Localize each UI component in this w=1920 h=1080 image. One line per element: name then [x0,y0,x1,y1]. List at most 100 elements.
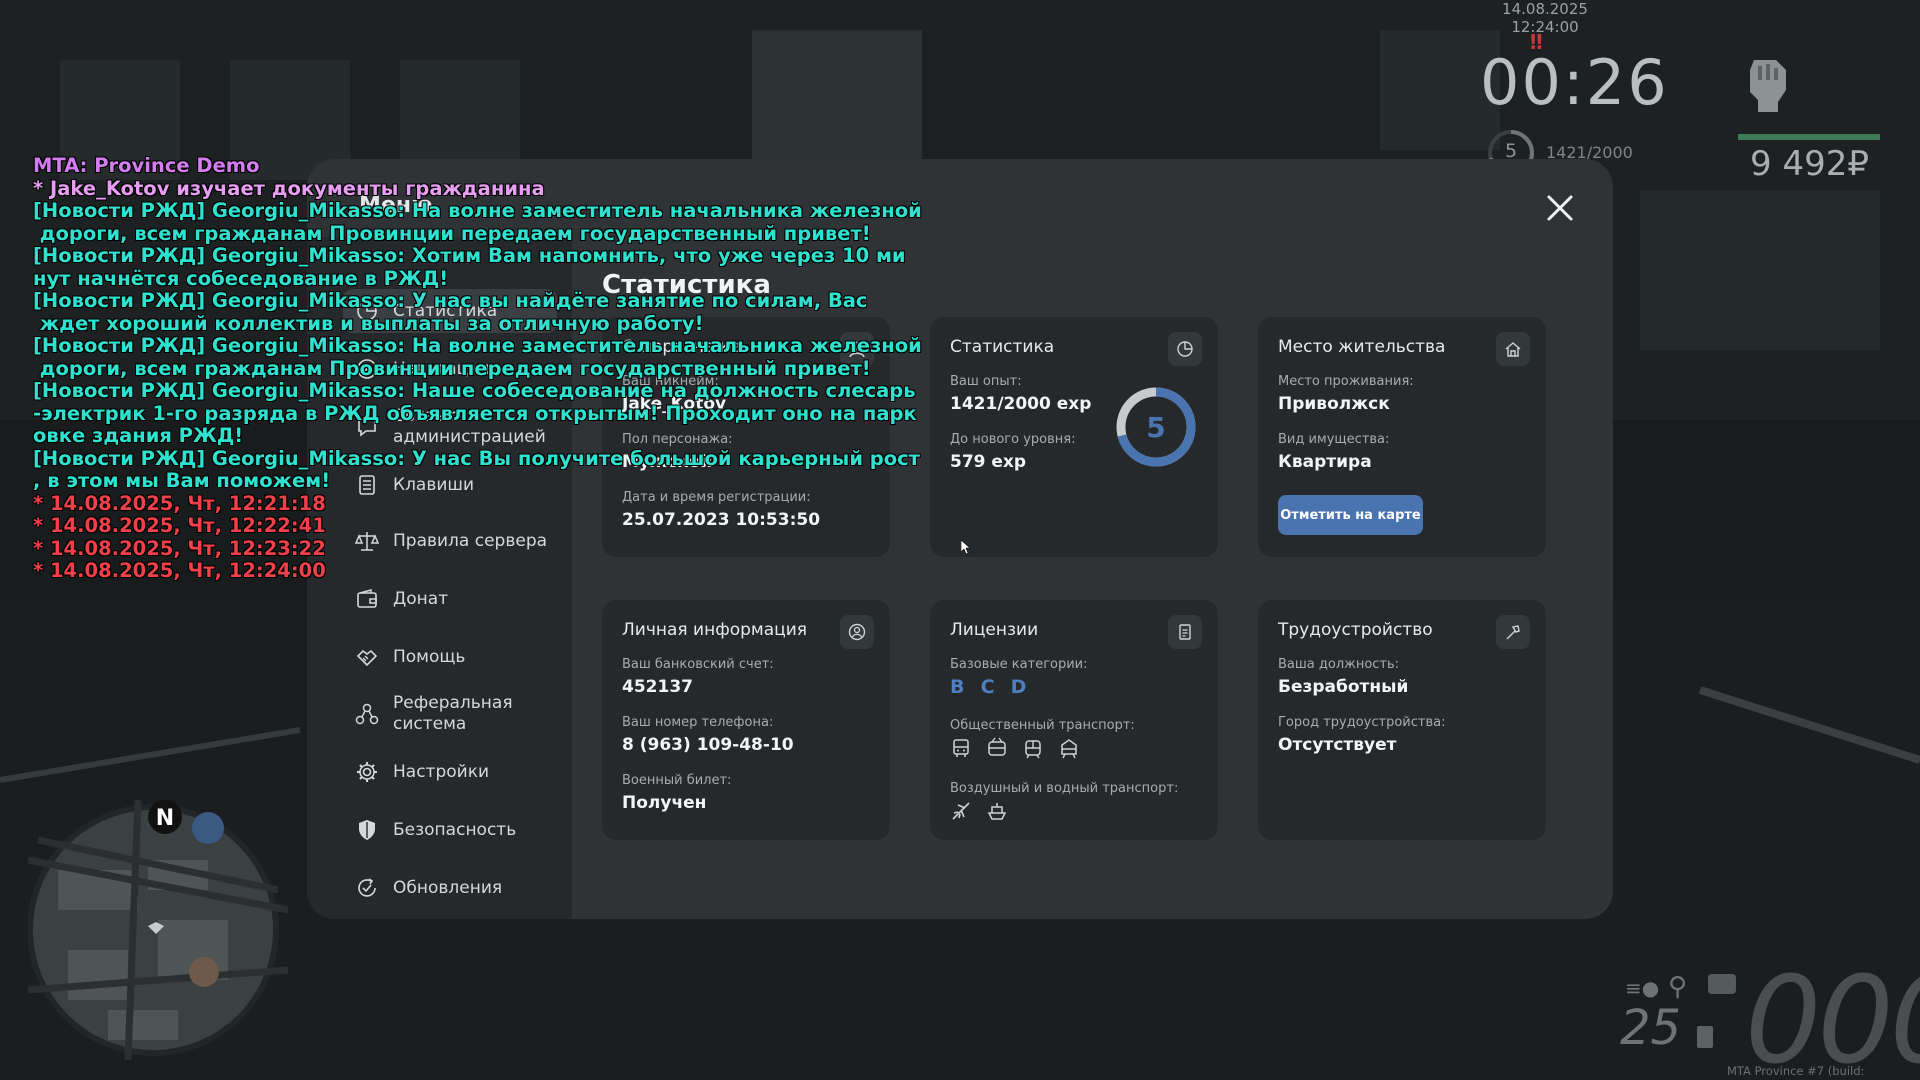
public-transport-icons [950,737,1080,759]
mouse-cursor-icon [961,540,971,554]
military-id-label: Военный билет: [622,773,732,788]
bus-icon [953,739,969,757]
chat-line: дороги, всем гражданам Провинции передае… [33,221,871,245]
nav-label: Реферальная система [393,693,513,734]
nav-label: Безопасность [393,819,517,840]
chat-line: MTA: Province Demo [33,154,260,177]
nav-item-help[interactable]: Помощь [355,635,565,679]
update-icon [358,878,376,897]
nav-item-security[interactable]: Безопасность [355,808,565,852]
phone-value: 8 (963) 109-48-10 [622,735,794,755]
nav-label: Обновления [393,877,503,898]
base-categories-label: Базовые категории: [950,657,1088,672]
nav-label: Настройки [393,761,490,782]
chat-line: , в этом мы Вам поможем! [33,469,331,492]
chat-line: [Новости РЖД] Georgiu_Mikasso: У нас вы … [33,289,868,312]
level-progress-ring: 5 [1116,387,1196,467]
chat-line: * 14.08.2025, Чт, 12:23:22 [33,536,326,560]
user-circle-icon [840,615,874,649]
airplane-icon [952,802,970,820]
residence-place-label: Место проживания: [1278,374,1414,389]
next-level-label: До нового уровня: [950,432,1076,447]
position-value: Безработный [1278,677,1409,697]
nav-label: Помощь [393,646,466,667]
wallet-icon [357,589,377,608]
gear-icon [357,762,377,782]
card-title: Статистика [950,337,1055,357]
level-number: 5 [1146,411,1165,444]
chat-line: * Jake_Kotov изучает документы гражданин… [33,176,545,200]
fist-weapon-icon [1750,60,1786,112]
nav-item-settings[interactable]: Настройки [355,750,565,794]
nav-item-referral[interactable]: Реферальная система [355,692,565,736]
nav-item-donate[interactable]: Донат [355,577,565,621]
vehicle-marker-icon [192,812,224,844]
tram-icon [1025,740,1041,759]
card-title: Личная информация [622,620,808,640]
position-label: Ваша должность: [1278,657,1400,672]
seatbelt-icon: ⚲ [1668,972,1688,1002]
chat-line: * 14.08.2025, Чт, 12:21:18 [33,491,326,515]
health-bar [1738,134,1880,140]
exp-label: Ваш опыт: [950,374,1022,389]
headlights-icon: ≡● [1625,976,1660,1000]
base-categories: B C D [950,676,1037,698]
minimap[interactable]: N [28,800,288,1060]
nav-item-updates[interactable]: Обновления [355,866,565,910]
shield-icon [359,820,375,840]
employment-city-label: Город трудоустройства: [1278,715,1446,730]
engine-icon [1708,974,1736,994]
air-water-transport-label: Воздушный и водный транспорт: [950,781,1179,796]
exp-value: 1421/2000 exp [950,394,1092,414]
house-icon [1496,332,1530,366]
card-title: Место жительства [1278,337,1446,357]
card-title: Трудоустройство [1278,620,1433,640]
military-id-value: Получен [622,793,707,813]
chat-line: ждет хороший коллектив и выплаты за отли… [33,311,704,335]
property-type-label: Вид имущества: [1278,432,1390,447]
bank-account-label: Ваш банковский счет: [622,657,774,672]
chat-line: нут начнётся собеседование в РЖД! [33,266,449,290]
metro-icon [1061,739,1077,759]
card-employment: Трудоустройство Ваша должность: Безработ… [1258,600,1546,840]
employment-city-value: Отсутствует [1278,735,1397,755]
residence-place-value: Приволжск [1278,394,1390,414]
mark-on-map-button[interactable]: Отметить на карте [1278,495,1423,535]
chat-line: овке здания РЖД! [33,424,244,447]
chat-line: дороги, всем гражданам Провинции передае… [33,356,871,380]
category-c: C [980,676,995,698]
bank-account-value: 452137 [622,677,693,697]
chat-line: * 14.08.2025, Чт, 12:24:00 [33,559,326,582]
card-licenses: Лицензии Базовые категории: B C D Общест… [930,600,1218,840]
chat-line: [Новости РЖД] Georgiu_Mikasso: Наше собе… [33,379,916,402]
pie-chart-icon [1168,332,1202,366]
fuel-level: 25 [1620,1000,1682,1056]
chat-line: [Новости РЖД] Georgiu_Mikasso: На волне … [33,199,922,222]
hammer-icon [1496,615,1530,649]
air-water-transport-icons [950,800,1008,822]
phone-label: Ваш номер телефона: [622,715,774,730]
chat-box: MTA: Province Demo * Jake_Kotov изучает д… [33,154,922,583]
card-title: Лицензии [950,620,1039,640]
chat-line: -электрик 1-го разряда в РЖД объявляется… [33,401,917,425]
referral-icon [355,703,379,725]
next-level-value: 579 exp [950,452,1027,472]
card-residence: Место жительства Место проживания: Приво… [1258,317,1546,557]
card-personal-info: Личная информация Ваш банковский счет: 4… [602,600,890,840]
hud-timer: 00:26 [1480,46,1669,119]
chat-line: [Новости РЖД] Georgiu_Mikasso: На волне … [33,334,922,357]
property-type-value: Квартира [1278,452,1372,472]
hud-money: 9 492₽ [1750,144,1869,184]
trolleybus-icon [988,737,1006,756]
chat-line: [Новости РЖД] Georgiu_Mikasso: У нас Вы … [33,446,920,470]
document-icon [1168,615,1202,649]
category-d: D [1010,676,1027,698]
close-icon[interactable] [1545,193,1575,223]
chat-line: [Новости РЖД] Georgiu_Mikasso: Хотим Вам… [33,244,906,267]
fuel-pump-icon [1697,1026,1713,1048]
public-transport-label: Общественный транспорт: [950,718,1135,733]
speedometer: 000 [1745,952,1920,1080]
build-info: MTA Province #7 (build: 6.12416.9) [1727,1064,1865,1080]
chat-line: * 14.08.2025, Чт, 12:22:41 [33,514,326,537]
category-b: B [950,676,965,698]
